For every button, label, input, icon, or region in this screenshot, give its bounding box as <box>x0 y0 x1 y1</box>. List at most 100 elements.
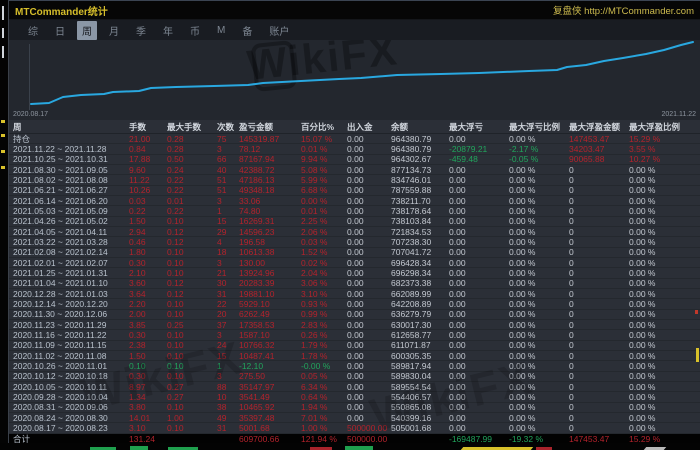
table-row[interactable]: 2021.08.30 ~ 2021.09.059.600.244042388.7… <box>9 165 700 175</box>
table-cell: 0.00 % <box>507 392 567 402</box>
tab-2[interactable]: 周 <box>77 21 97 40</box>
table-cell: 0.00 % <box>507 371 567 381</box>
table-cell: 0.93 % <box>299 299 345 309</box>
table-cell: 0.10 <box>165 340 215 350</box>
table-cell: 18 <box>215 247 237 257</box>
tab-0[interactable]: 综 <box>23 21 43 40</box>
table-row[interactable]: 2021.04.26 ~ 2021.05.021.500.101516269.3… <box>9 217 700 227</box>
title-bar: MTCommander统计 复盘侠 http://MTCommander.com <box>9 0 700 20</box>
table-cell: 0.00 <box>345 330 389 340</box>
table-cell: 0.00 <box>447 392 507 402</box>
tab-1[interactable]: 日 <box>50 21 70 40</box>
table-cell: 1.00 <box>165 413 215 423</box>
table-row[interactable]: 2021.06.14 ~ 2021.06.200.030.01333.060.0… <box>9 196 700 206</box>
table-row[interactable]: 2020.10.26 ~ 2020.11.010.100.101-12.10-0… <box>9 361 700 371</box>
table-cell: 0.00 % <box>507 289 567 299</box>
table-row[interactable]: 2020.11.23 ~ 2020.11.293.850.253717358.5… <box>9 320 700 330</box>
table-row[interactable]: 2021.11.22 ~ 2021.11.280.840.28378.120.0… <box>9 144 700 154</box>
table-cell: 2.25 % <box>299 216 345 226</box>
table-cell: 24 <box>215 340 237 350</box>
table-cell: -0.05 % <box>507 154 567 164</box>
table-row[interactable]: 2020.10.05 ~ 2020.10.118.970.278835147.9… <box>9 382 700 392</box>
table-row[interactable]: 2020.11.30 ~ 2020.12.062.000.10206262.49… <box>9 310 700 320</box>
table-row[interactable]: 2021.02.08 ~ 2021.02.141.800.101810613.3… <box>9 248 700 258</box>
table-cell: 0.27 <box>165 392 215 402</box>
table-cell: 505001.68 <box>389 423 447 433</box>
table-cell: 0.10 <box>165 299 215 309</box>
table-cell: 611071.87 <box>389 340 447 350</box>
table-cell: 2020.08.24 ~ 2020.08.30 <box>9 413 127 423</box>
table-row[interactable]: 2021.01.04 ~ 2021.01.103.600.123020283.3… <box>9 279 700 289</box>
tab-4[interactable]: 季 <box>131 21 151 40</box>
table-cell: 0 <box>567 247 627 257</box>
table-cell: 0 <box>567 371 627 381</box>
table-row[interactable]: 2021.01.25 ~ 2021.01.312.100.102113924.9… <box>9 268 700 278</box>
column-header: 最大浮亏比例 <box>507 122 567 132</box>
table-cell: 0.00 % <box>627 340 700 350</box>
table-cell: 0.03 <box>127 196 165 206</box>
table-cell: 22 <box>215 299 237 309</box>
table-cell: 34203.47 <box>567 144 627 154</box>
table-row[interactable]: 持仓21.000.2875145319.8715.07 %0.00964380.… <box>9 134 700 144</box>
table-cell: 0.00 % <box>627 320 700 330</box>
table-cell: 0 <box>567 330 627 340</box>
adjacent-window-sliver <box>0 0 8 450</box>
table-cell: 2.83 % <box>299 320 345 330</box>
table-row[interactable]: 2020.12.28 ~ 2021.01.033.640.123119881.1… <box>9 289 700 299</box>
tab-3[interactable]: 月 <box>104 21 124 40</box>
table-cell: 0.00 % <box>627 330 700 340</box>
table-cell: 0.00 <box>447 351 507 361</box>
table-cell: 0.10 <box>165 371 215 381</box>
table-row[interactable]: 2021.05.03 ~ 2021.05.090.220.22174.800.0… <box>9 206 700 216</box>
table-cell: 3.60 <box>127 278 165 288</box>
table-cell: 0.22 <box>165 206 215 216</box>
table-row[interactable]: 2021.04.05 ~ 2021.04.112.940.122914596.2… <box>9 227 700 237</box>
table-row[interactable]: 2020.08.24 ~ 2020.08.3014.011.004935397.… <box>9 413 700 423</box>
table-cell: 0 <box>567 165 627 175</box>
table-cell: 0.00 % <box>507 402 567 412</box>
table-cell: 0.24 <box>165 165 215 175</box>
column-header: 周 <box>9 122 127 132</box>
table-cell: 17.88 <box>127 154 165 164</box>
tab-8[interactable]: 备 <box>237 21 257 40</box>
brand-link[interactable]: 复盘侠 http://MTCommander.com <box>553 3 694 17</box>
table-cell: 0.10 <box>165 268 215 278</box>
table-row[interactable]: 2020.08.31 ~ 2020.09.063.800.103810465.9… <box>9 403 700 413</box>
table-row[interactable]: 2021.03.22 ~ 2021.03.280.460.124196.580.… <box>9 237 700 247</box>
tab-7[interactable]: M <box>212 23 230 38</box>
table-row[interactable]: 2021.06.21 ~ 2021.06.2710.260.225149348.… <box>9 186 700 196</box>
table-cell: 0.10 <box>165 351 215 361</box>
cutoff-chart-sliver <box>0 443 700 450</box>
table-cell: 0.00 <box>447 268 507 278</box>
table-row[interactable]: 2020.12.14 ~ 2020.12.202.200.10225929.10… <box>9 299 700 309</box>
table-cell: 5.99 % <box>299 175 345 185</box>
table-row[interactable]: 2020.10.12 ~ 2020.10.180.300.103275.500.… <box>9 372 700 382</box>
table-cell: -2.17 % <box>507 144 567 154</box>
table-cell: 0.00 % <box>627 247 700 257</box>
chart-end-date: 2021.11.22 <box>661 110 696 120</box>
table-cell: 0 <box>567 206 627 216</box>
table-row[interactable]: 2020.09.28 ~ 2020.10.041.340.27103541.49… <box>9 392 700 402</box>
table-row[interactable]: 2020.08.17 ~ 2020.08.233.100.10315001.68… <box>9 423 700 433</box>
table-row[interactable]: 2021.10.25 ~ 2021.10.3117.880.506687167.… <box>9 155 700 165</box>
table-cell: 0.00 <box>447 309 507 319</box>
tab-5[interactable]: 年 <box>158 21 178 40</box>
table-cell: 0.00 % <box>507 361 567 371</box>
table-cell: 0.00 % <box>627 227 700 237</box>
table-cell: 0.00 % <box>627 258 700 268</box>
tab-9[interactable]: 账户 <box>264 21 294 40</box>
table-row[interactable]: 2020.11.16 ~ 2020.11.220.300.1031587.100… <box>9 330 700 340</box>
table-cell: 0 <box>567 392 627 402</box>
table-cell: 2.04 % <box>299 268 345 278</box>
table-cell: 0.00 % <box>507 175 567 185</box>
table-cell: 3 <box>215 196 237 206</box>
tab-6[interactable]: 币 <box>185 21 205 40</box>
table-row[interactable]: 2020.11.09 ~ 2020.11.152.380.102410766.3… <box>9 341 700 351</box>
table-row[interactable]: 2021.08.02 ~ 2021.08.0811.220.225147186.… <box>9 175 700 185</box>
table-row[interactable]: 2021.02.01 ~ 2021.02.070.300.103130.000.… <box>9 258 700 268</box>
table-cell: 0.00 % <box>507 227 567 237</box>
table-cell: 2021.02.01 ~ 2021.02.07 <box>9 258 127 268</box>
table-row[interactable]: 2020.11.02 ~ 2020.11.081.500.101510487.4… <box>9 351 700 361</box>
table-cell: 0 <box>567 361 627 371</box>
table-cell: 0.00 <box>447 413 507 423</box>
